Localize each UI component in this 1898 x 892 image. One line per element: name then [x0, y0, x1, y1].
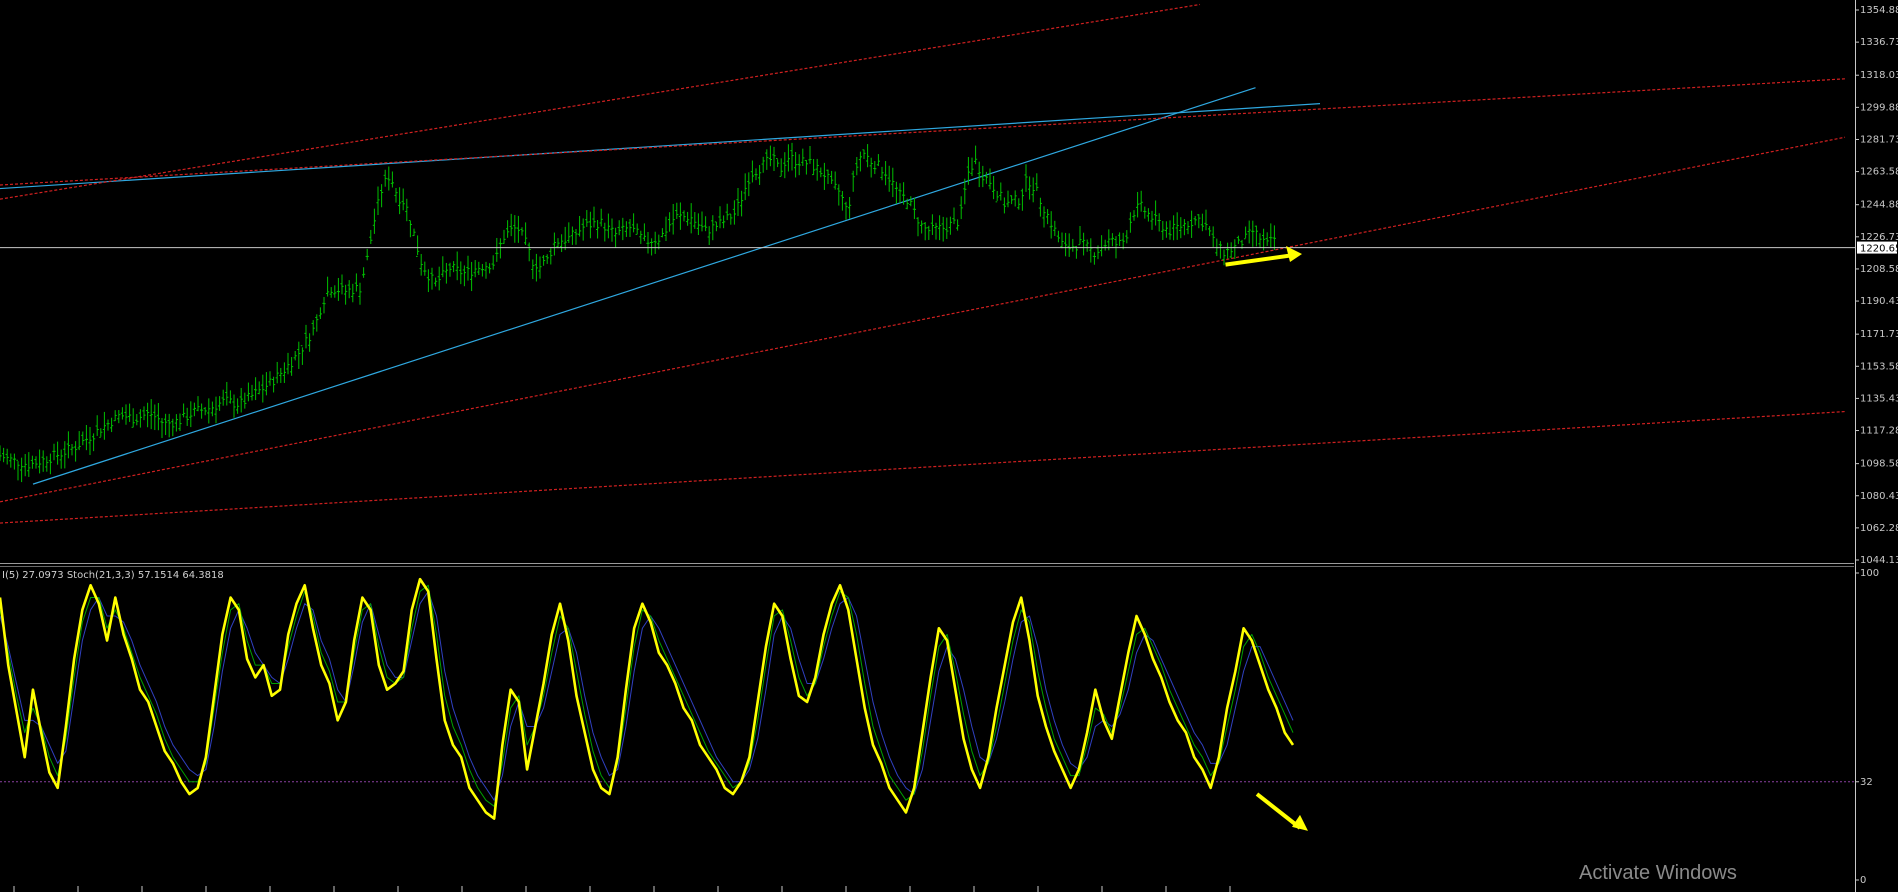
price-tick-label-16: 1062.28: [1860, 523, 1898, 534]
price-tick-label-6: 1244.88: [1860, 200, 1898, 211]
price-tick-label-7: 1226.73: [1860, 232, 1898, 243]
indicator-label: I(5) 27.0973 Stoch(21,3,3) 57.1514 64.38…: [2, 570, 224, 581]
price-tick-label-12: 1135.43: [1860, 393, 1898, 404]
price-tick-label-15: 1080.43: [1860, 491, 1898, 502]
chart-canvas: I(5) 27.0973 Stoch(21,3,3) 57.1514 64.38…: [0, 0, 1898, 892]
price-tick-label-13: 1117.28: [1860, 426, 1898, 437]
price-tick-label-8: 1208.58: [1860, 264, 1898, 275]
price-tick-label-14: 1098.58: [1860, 459, 1898, 470]
price-tick-label-5: 1263.58: [1860, 167, 1898, 178]
ind-tick-label-2: 0: [1860, 875, 1866, 886]
activate-windows-watermark: Activate Windows: [1579, 862, 1737, 884]
price-tick-label-4: 1281.73: [1860, 134, 1898, 145]
ind-tick-label-1: 32: [1860, 777, 1873, 788]
price-tick-label-9: 1190.43: [1860, 296, 1898, 307]
price-tick-label-0: 1354.88: [1860, 5, 1898, 16]
price-tick-label-17: 1044.13: [1860, 555, 1898, 566]
current-price-label: 1220.65: [1860, 244, 1898, 255]
price-tick-label-1: 1336.73: [1860, 37, 1898, 48]
price-tick-label-3: 1299.88: [1860, 102, 1898, 113]
price-tick-label-2: 1318.03: [1860, 70, 1898, 81]
ind-tick-label-0: 100: [1860, 568, 1879, 579]
price-tick-label-11: 1153.58: [1860, 361, 1898, 372]
price-tick-label-10: 1171.73: [1860, 329, 1898, 340]
